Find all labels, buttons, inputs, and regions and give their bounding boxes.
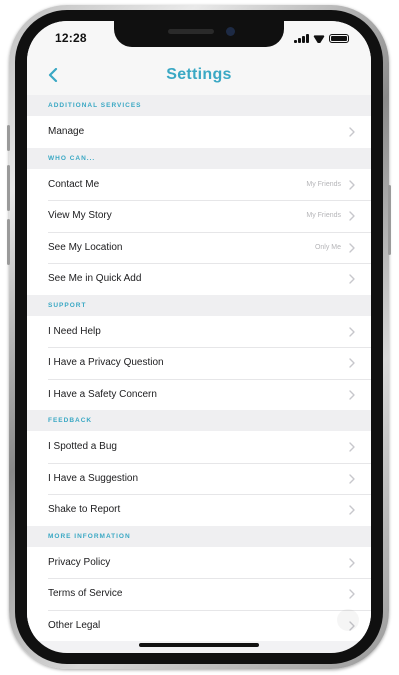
setting-row-privacy-policy[interactable]: Privacy Policy — [27, 546, 371, 578]
setting-value: My Friends — [306, 212, 341, 219]
setting-row-view-my-story[interactable]: View My Story My Friends — [27, 200, 371, 232]
setting-row-i-have-a-suggestion[interactable]: I Have a Suggestion — [27, 462, 371, 494]
chevron-right-icon — [349, 505, 355, 515]
phone-notch — [114, 21, 284, 47]
phone-volume-up-button — [7, 165, 10, 211]
section-header: FEEDBACK — [27, 410, 371, 431]
cellular-signal-icon — [294, 34, 309, 43]
status-icons — [294, 32, 349, 43]
section-header: MORE INFORMATION — [27, 525, 371, 547]
setting-label: Terms of Service — [48, 588, 123, 600]
phone-volume-down-button — [7, 219, 10, 265]
setting-label: Contact Me — [48, 178, 100, 190]
section-header: SUPPORT — [27, 294, 371, 316]
setting-label: Shake to Report — [48, 504, 121, 516]
chevron-right-icon — [349, 211, 355, 221]
chevron-right-icon — [349, 127, 355, 137]
chevron-right-icon — [349, 358, 355, 368]
chevron-right-icon — [349, 589, 355, 599]
setting-row-i-have-a-safety-concern[interactable]: I Have a Safety Concern — [27, 378, 371, 410]
setting-label: I Need Help — [48, 325, 101, 337]
setting-label: Privacy Policy — [48, 556, 111, 568]
floating-button-shadow — [337, 609, 359, 631]
chevron-right-icon — [349, 326, 355, 337]
setting-value: My Friends — [306, 180, 341, 188]
battery-icon — [329, 34, 349, 43]
setting-row-i-need-help[interactable]: I Need Help — [27, 315, 371, 347]
screenshot-stage: 12:28 Settings ADDITIONAL SERVICES Manag… — [0, 0, 399, 675]
setting-row-i-spotted-a-bug[interactable]: I Spotted a Bug — [27, 431, 371, 463]
home-indicator[interactable] — [139, 643, 259, 647]
chevron-right-icon — [349, 557, 355, 568]
chevron-right-icon — [349, 179, 355, 190]
setting-row-contact-me[interactable]: Contact Me My Friends — [27, 168, 371, 200]
setting-label: Manage — [48, 126, 85, 138]
status-bar: 12:28 — [27, 21, 371, 55]
setting-row-see-me-in-quick-add[interactable]: See Me in Quick Add — [27, 263, 371, 295]
section-header: ADDITIONAL SERVICES — [27, 95, 371, 116]
setting-row-manage[interactable]: Manage — [27, 116, 371, 148]
setting-label: Other Legal — [48, 619, 101, 631]
speaker-grille — [168, 29, 214, 34]
setting-label: I Have a Suggestion — [48, 472, 139, 484]
settings-list: ADDITIONAL SERVICES Manage WHO CAN... Conta… — [27, 95, 371, 641]
wifi-icon — [313, 33, 325, 43]
phone-power-button — [388, 185, 391, 255]
setting-row-i-have-a-privacy-question[interactable]: I Have a Privacy Question — [27, 347, 371, 379]
chevron-right-icon — [349, 473, 355, 484]
setting-row-shake-to-report[interactable]: Shake to Report — [27, 494, 371, 526]
setting-label: I Have a Safety Concern — [48, 388, 157, 400]
setting-value: Only Me — [314, 243, 341, 251]
chevron-right-icon — [349, 442, 355, 452]
setting-label: I Spotted a Bug — [48, 441, 117, 453]
setting-row-see-my-location[interactable]: See My Location Only Me — [27, 231, 371, 263]
setting-label: I Have a Privacy Question — [48, 357, 164, 369]
chevron-right-icon — [349, 242, 355, 253]
section-header: WHO CAN... — [27, 147, 371, 169]
setting-label: View My Story — [48, 210, 112, 222]
nav-header: Settings — [27, 55, 371, 95]
phone-screen: 12:28 Settings ADDITIONAL SERVICES Manag… — [27, 21, 371, 653]
phone-bezel: 12:28 Settings ADDITIONAL SERVICES Manag… — [15, 10, 383, 664]
phone-frame: 12:28 Settings ADDITIONAL SERVICES Manag… — [7, 5, 391, 669]
status-time: 12:28 — [55, 31, 87, 45]
page-title: Settings — [166, 66, 232, 83]
chevron-right-icon — [349, 274, 355, 284]
chevron-right-icon — [349, 389, 355, 400]
front-camera — [226, 27, 235, 36]
setting-label: See Me in Quick Add — [48, 273, 142, 285]
phone-side-button — [7, 125, 10, 151]
setting-label: See My Location — [48, 241, 123, 253]
setting-row-other-legal[interactable]: Other Legal — [27, 609, 371, 641]
setting-row-terms-of-service[interactable]: Terms of Service — [27, 578, 371, 610]
